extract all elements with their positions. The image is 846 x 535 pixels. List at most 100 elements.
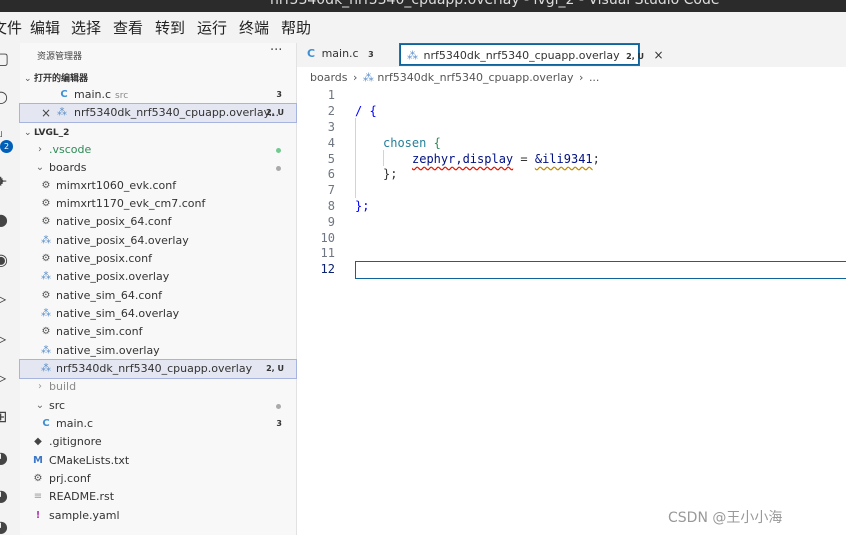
gear-icon: ⚙ (41, 216, 51, 227)
open-editor-item-active[interactable]: × ⁂ nrf5340dk_nrf5340_cpuapp.overlay... … (19, 103, 297, 123)
tree-folder-build[interactable]: › build (20, 378, 296, 396)
folder-name: build (49, 380, 77, 393)
tree-file[interactable]: ⚙ mimxrt1170_evk_cm7.conf (20, 195, 296, 213)
line-number: 4 (327, 136, 335, 150)
menu-go[interactable]: 转到 (155, 17, 185, 38)
python-icon[interactable]: ◉ (0, 251, 12, 269)
folder-name: .vscode (49, 143, 92, 156)
chevron-right-icon: › (353, 71, 358, 84)
file-name: nrf5340dk_nrf5340_cpuapp.overlay... (74, 106, 280, 119)
file-name: native_sim.conf (56, 325, 143, 338)
close-icon[interactable]: × (654, 48, 664, 62)
gear-icon: ⚙ (41, 326, 51, 337)
brace: { (369, 104, 377, 118)
reference: &ili9341 (534, 152, 593, 166)
tree-file[interactable]: ◆ .gitignore (20, 433, 296, 451)
gear-icon: ⚙ (41, 198, 51, 209)
tree-file[interactable]: M CMakeLists.txt (20, 452, 296, 470)
tree-file[interactable]: ! sample.yaml (20, 507, 296, 525)
file-name: CMakeLists.txt (49, 454, 130, 467)
tree-file[interactable]: ⚙ native_posix_64.conf (20, 213, 296, 231)
gear-icon: ⚙ (41, 290, 51, 301)
tree-folder-src[interactable]: ⌄ src (20, 397, 296, 415)
file-name: native_posix_64.overlay (56, 234, 189, 247)
run-icon-3[interactable]: ▷ (0, 369, 12, 387)
more-actions-icon[interactable]: ··· (270, 43, 282, 58)
editor-tabs: C main.c 3 ⁂ nrf5340dk_nrf5340_cpuapp.ov… (297, 43, 846, 67)
devicetree-file-icon: ⁂ (362, 71, 374, 84)
tree-folder-boards[interactable]: ⌄ boards (20, 159, 296, 177)
workspace-header[interactable]: ⌄ LVGL_2 (24, 128, 69, 138)
problems-badge: 3 (368, 50, 374, 59)
line-number-current: 12 (320, 262, 335, 276)
line-number: 11 (320, 246, 335, 260)
menu-run[interactable]: 运行 (197, 17, 227, 38)
tree-file-selected[interactable]: ⁂ nrf5340dk_nrf5340_cpuapp.overlay 2, U (19, 359, 297, 379)
debug-icon-3[interactable]: ◕ (0, 518, 12, 535)
menu-file[interactable]: 文件 (0, 17, 22, 38)
line-number: 5 (327, 152, 335, 166)
file-name: prj.conf (49, 472, 91, 485)
code-editor[interactable]: 1 2 3 4 5 6 7 8 9 10 11 12 / { chosen { … (297, 86, 846, 535)
current-line-highlight (355, 261, 846, 279)
c-file-icon: C (42, 418, 50, 429)
file-name: nrf5340dk_nrf5340_cpuapp.overlay (56, 362, 253, 375)
open-editors-header[interactable]: ⌄ 打开的编辑器 (24, 71, 88, 84)
gear-icon: ⚙ (41, 253, 51, 264)
file-name: native_posix.overlay (56, 270, 170, 283)
breadcrumb-more[interactable]: ... (589, 71, 600, 84)
status-dot (276, 166, 281, 171)
menu-edit[interactable]: 编辑 (30, 17, 60, 38)
devicetree-file-icon: ⁂ (41, 308, 51, 319)
tree-file[interactable]: ⁂ native_sim.overlay (20, 342, 296, 360)
tree-file[interactable]: ⁂ native_posix.overlay (20, 268, 296, 286)
search-icon[interactable]: ○ (0, 88, 12, 106)
chevron-right-icon: › (579, 71, 584, 84)
window-title-bar: nrf5340dk_nrf5340_cpuapp.overlay - lvgl_… (0, 0, 846, 12)
extensions-icon[interactable]: ⊞ (0, 408, 12, 426)
tab-main-c[interactable]: C main.c 3 (307, 43, 397, 67)
tree-file[interactable]: ⚙ native_sim_64.conf (20, 287, 296, 305)
debug-icon-2[interactable]: ◕ (0, 487, 12, 505)
menu-help[interactable]: 帮助 (281, 17, 311, 38)
source-control-badge: 2 (0, 140, 13, 153)
tree-file[interactable]: ⚙ prj.conf (20, 470, 296, 488)
line-number: 9 (327, 215, 335, 229)
run-debug-icon[interactable]: ✈ (0, 173, 12, 191)
property-name: zephyr,display (412, 152, 514, 166)
code-line-5: zephyr,display = &ili9341; (412, 152, 600, 166)
file-name: sample.yaml (49, 509, 120, 522)
tree-file[interactable]: ⁂ native_sim_64.overlay (20, 305, 296, 323)
tree-file[interactable]: Cmain.c 3 (20, 415, 296, 433)
operator: = (513, 152, 535, 166)
breadcrumb-file[interactable]: nrf5340dk_nrf5340_cpuapp.overlay (377, 71, 573, 84)
file-name: .gitignore (49, 435, 102, 448)
gear-icon: ⚙ (33, 473, 43, 484)
run-icon-2[interactable]: ▷ (0, 330, 12, 348)
chevron-down-icon: ⌄ (24, 74, 32, 84)
extension-icon[interactable]: ● (0, 211, 12, 229)
code-line-4: chosen { (383, 136, 441, 150)
file-name: native_sim_64.conf (56, 289, 162, 302)
tree-file[interactable]: ⚙ mimxrt1060_evk.conf (20, 177, 296, 195)
tree-file[interactable]: ⚙ native_sim.conf (20, 323, 296, 341)
close-icon[interactable]: × (40, 104, 52, 122)
problems-badge: 3 (276, 419, 282, 428)
menu-selection[interactable]: 选择 (71, 17, 101, 38)
open-editor-item[interactable]: C main.c src 3 (20, 86, 296, 104)
tree-file[interactable]: ≡ README.rst (20, 488, 296, 506)
devicetree-file-icon: ⁂ (41, 271, 51, 282)
breadcrumb-folder[interactable]: boards (310, 71, 348, 84)
tree-folder-vscode[interactable]: › .vscode (20, 141, 296, 159)
file-name: native_sim_64.overlay (56, 307, 180, 320)
menu-terminal[interactable]: 终端 (239, 17, 269, 38)
brace: { (433, 136, 441, 150)
debug-icon[interactable]: ◕ (0, 449, 12, 467)
tree-file[interactable]: ⚙ native_posix.conf (20, 250, 296, 268)
code-line-8: }; (355, 199, 370, 213)
explorer-icon[interactable]: ▢ (0, 50, 12, 68)
tab-overlay-active[interactable]: ⁂ nrf5340dk_nrf5340_cpuapp.overlay 2, U … (400, 44, 664, 65)
menu-view[interactable]: 查看 (113, 17, 143, 38)
tree-file[interactable]: ⁂ native_posix_64.overlay (20, 232, 296, 250)
run-icon[interactable]: ▷ (0, 290, 12, 308)
